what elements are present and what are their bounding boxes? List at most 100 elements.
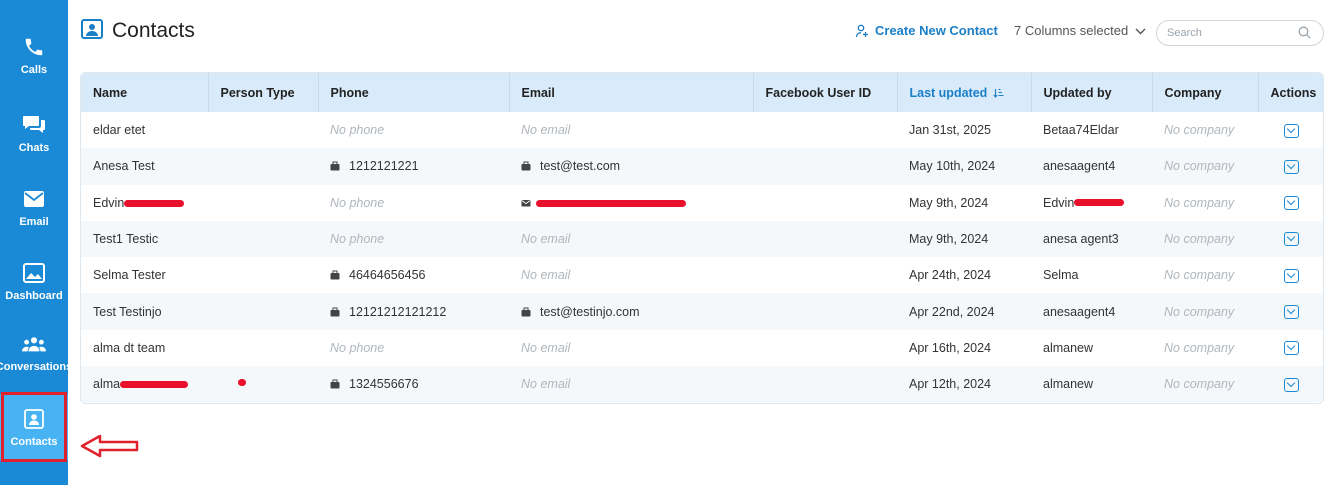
updated-by-value: Betaa74Eldar [1043, 123, 1119, 138]
phone-value: No phone [330, 195, 385, 210]
column-header-facebook-user-id[interactable]: Facebook User ID [753, 73, 898, 112]
cell-last-updated: Apr 16th, 2024 [909, 340, 992, 355]
contact-name: Test1 Testic [93, 232, 159, 247]
cell-facebook-user-id [753, 330, 897, 366]
sidebar-item-calls[interactable]: Calls [0, 22, 68, 88]
cell-company: No company [1164, 304, 1235, 319]
email-value: test@testinjo.com [540, 304, 640, 319]
phone-value: No phone [330, 340, 385, 355]
cell-facebook-user-id [753, 185, 897, 221]
cell-updated-by: almanew [1031, 366, 1152, 402]
search-icon[interactable] [1298, 26, 1311, 39]
column-header-phone[interactable]: Phone [318, 73, 510, 112]
table-row[interactable]: Test1 Testic No phone No email May 9th, 202… [81, 220, 1323, 258]
sidebar-item-label: Dashboard [5, 289, 63, 302]
cell-facebook-user-id [753, 221, 897, 257]
column-header-email[interactable]: Email [509, 73, 754, 112]
table-row[interactable]: Selma Tester 46464656456 No email Apr 24th,… [81, 257, 1323, 293]
row-actions-dropdown-button[interactable] [1284, 341, 1299, 356]
cell-email: No email [509, 257, 753, 293]
page-title: Contacts [112, 19, 195, 42]
column-header-person-type[interactable]: Person Type [208, 73, 319, 112]
updated-by-value: anesaagent4 [1043, 159, 1116, 174]
table-header-row: Name Person Type Phone Email Facebook Us… [81, 73, 1323, 112]
row-actions-dropdown-button[interactable] [1284, 232, 1299, 247]
contact-name: Anesa Test [93, 159, 155, 174]
contacts-table: Name Person Type Phone Email Facebook Us… [80, 72, 1324, 404]
sidebar-item-label: Contacts [10, 435, 58, 448]
table-row[interactable]: alma 1324556676 No email Apr 12th, 2024 alma… [81, 366, 1323, 403]
phone-value: 12121212121212 [349, 304, 447, 319]
envelope-icon [22, 187, 46, 211]
cell-phone: 12121212121212 [318, 293, 509, 329]
search-input[interactable] [1167, 25, 1297, 41]
phone-value: No phone [330, 232, 385, 247]
redaction-mark [1074, 199, 1124, 206]
column-header-updated-by[interactable]: Updated by [1031, 73, 1153, 112]
cell-updated-by: almanew [1031, 330, 1152, 366]
contact-name: alma [93, 377, 121, 392]
create-new-contact-button[interactable]: Create New Contact [855, 23, 998, 38]
cell-facebook-user-id [753, 366, 897, 402]
briefcase-icon [330, 161, 340, 171]
cell-phone: No phone [318, 112, 509, 148]
column-header-actions: Actions [1270, 85, 1317, 100]
sidebar-item-label: Chats [18, 141, 50, 154]
annotation-arrow-icon [80, 434, 139, 458]
phone-value: 1324556676 [349, 377, 419, 392]
cell-actions [1258, 148, 1323, 184]
cell-person-type [208, 148, 318, 184]
column-header-last-updated-label: Last updated [909, 85, 988, 100]
table-row[interactable]: eldar etet No phone No email Jan 31st, 2025… [81, 112, 1323, 148]
sidebar-item-email[interactable]: Email [0, 174, 68, 240]
cell-name: Anesa Test [81, 148, 208, 184]
contact-name: Edvin [93, 195, 125, 210]
row-actions-dropdown-button[interactable] [1284, 123, 1299, 138]
sidebar-item-label: Conversations [0, 360, 73, 373]
sidebar-item-label: Calls [20, 63, 48, 76]
columns-select-label: 7 Columns selected [1014, 23, 1129, 38]
row-actions-dropdown-button[interactable] [1284, 304, 1299, 319]
column-header-last-updated[interactable]: Last updated [897, 73, 1032, 112]
sidebar-item-contacts[interactable]: Contacts [0, 394, 68, 460]
email-value: test@test.com [540, 159, 621, 174]
contact-card-icon [22, 407, 46, 431]
column-header-company[interactable]: Company [1152, 73, 1259, 112]
cell-actions [1258, 257, 1323, 293]
table-row[interactable]: Edvin No phone May 9th, 2024 Edvin No compan… [81, 185, 1323, 221]
sort-descending-icon [993, 89, 1004, 99]
table-row[interactable]: alma dt team No phone No email Apr 16th, 20… [81, 330, 1323, 366]
email-value: No email [521, 268, 571, 283]
cell-email: No email [509, 366, 753, 402]
redaction-mark [120, 381, 188, 388]
cell-phone: No phone [318, 221, 509, 257]
cell-person-type [208, 185, 318, 221]
sidebar-item-dashboard[interactable]: Dashboard [0, 248, 68, 314]
sidebar-item-chats[interactable]: Chats [0, 100, 68, 166]
table-row[interactable]: Test Testinjo 12121212121212 test@testinjo… [81, 293, 1323, 330]
table-row[interactable]: Anesa Test 1212121221 test@test.com May 10t… [81, 148, 1323, 185]
sidebar-item-conversations[interactable]: Conversations [0, 319, 72, 385]
cell-last-updated: May 10th, 2024 [909, 159, 996, 174]
phone-value: 46464656456 [349, 268, 426, 283]
contact-name: alma dt team [93, 340, 166, 355]
briefcase-icon [330, 307, 340, 317]
sidebar: Calls Chats Email Dashboard Conversation… [0, 0, 72, 485]
row-actions-dropdown-button[interactable] [1284, 377, 1299, 392]
briefcase-icon [330, 379, 340, 389]
row-actions-dropdown-button[interactable] [1284, 159, 1299, 174]
email-value: No email [521, 123, 571, 138]
cell-company: No company [1164, 340, 1235, 355]
cell-email: test@testinjo.com [509, 293, 753, 329]
updated-by-value: almanew [1043, 340, 1094, 355]
cell-actions [1258, 221, 1323, 257]
cell-phone: 1212121221 [318, 148, 509, 184]
chevron-down-icon [1135, 28, 1146, 34]
row-actions-dropdown-button[interactable] [1284, 268, 1299, 283]
phone-value: 1212121221 [349, 159, 419, 174]
column-header-name[interactable]: Name [81, 73, 209, 112]
redaction-mark [124, 200, 184, 207]
envelope-icon [521, 199, 531, 207]
columns-select[interactable]: 7 Columns selected [1014, 23, 1146, 38]
row-actions-dropdown-button[interactable] [1284, 196, 1299, 211]
